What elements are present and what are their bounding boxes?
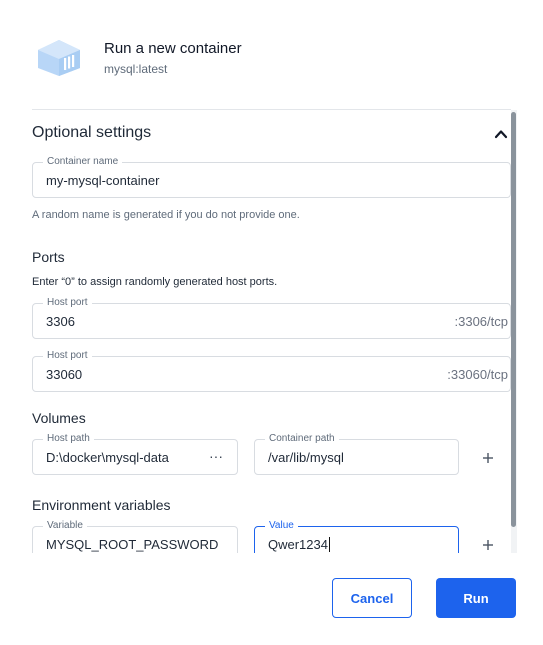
container-port-label: :3306/tcp (454, 314, 509, 329)
ports-description: Enter “0” to assign randomly generated h… (32, 276, 278, 288)
run-button[interactable]: Run (436, 578, 516, 618)
optional-settings-label: Optional settings (32, 124, 152, 141)
env-value-text: Qwer1234 (268, 537, 328, 552)
dialog-title: Run a new container (104, 40, 242, 57)
container-name-value: my-mysql-container (46, 173, 160, 188)
add-volume-icon[interactable] (481, 451, 495, 465)
env-variable-field[interactable]: Variable MYSQL_ROOT_PASSWORD (32, 520, 238, 553)
env-value-field[interactable]: Value Qwer1234 (254, 520, 459, 553)
scrollbar-thumb[interactable] (511, 112, 516, 527)
host-port-value: 3306 (46, 314, 75, 329)
env-value-label: Value (265, 520, 298, 532)
host-port-value: 33060 (46, 367, 83, 382)
container-path-field[interactable]: Container path /var/lib/mysql (254, 433, 459, 475)
container-cube-icon (38, 40, 80, 76)
cancel-button[interactable]: Cancel (332, 578, 412, 618)
host-path-label: Host path (43, 433, 94, 445)
container-name-helper: A random name is generated if you do not… (32, 209, 300, 221)
container-path-label: Container path (265, 433, 339, 445)
browse-button[interactable]: ··· (209, 448, 223, 464)
container-name-field[interactable]: Container name my-mysql-container (32, 156, 511, 198)
host-path-field[interactable]: Host path D:\docker\mysql-data ··· (32, 433, 238, 475)
image-name: mysql:latest (104, 62, 168, 76)
host-port-label: Host port (43, 350, 92, 362)
host-port-field[interactable]: Host port 3306 :3306/tcp (32, 297, 511, 339)
chevron-up-icon[interactable] (494, 127, 508, 141)
container-port-label: :33060/tcp (447, 367, 508, 382)
optional-settings-toggle[interactable]: Optional settings (32, 124, 510, 146)
settings-scroll-area: Optional settings Container name my-mysq… (0, 110, 543, 553)
env-variable-label: Variable (43, 520, 87, 532)
host-port-field[interactable]: Host port 33060 :33060/tcp (32, 350, 511, 392)
dialog-header: Run a new container mysql:latest (0, 0, 543, 100)
host-path-value: D:\docker\mysql-data (46, 450, 169, 465)
add-env-variable-icon[interactable] (481, 538, 495, 552)
env-value-input: Qwer1234 (268, 537, 330, 552)
container-path-value: /var/lib/mysql (268, 450, 344, 465)
host-port-label: Host port (43, 297, 92, 309)
text-caret (328, 537, 330, 552)
env-heading: Environment variables (32, 497, 171, 513)
ports-heading: Ports (32, 249, 65, 265)
volumes-heading: Volumes (32, 410, 86, 426)
container-name-label: Container name (43, 156, 123, 168)
env-variable-value: MYSQL_ROOT_PASSWORD (46, 537, 219, 552)
